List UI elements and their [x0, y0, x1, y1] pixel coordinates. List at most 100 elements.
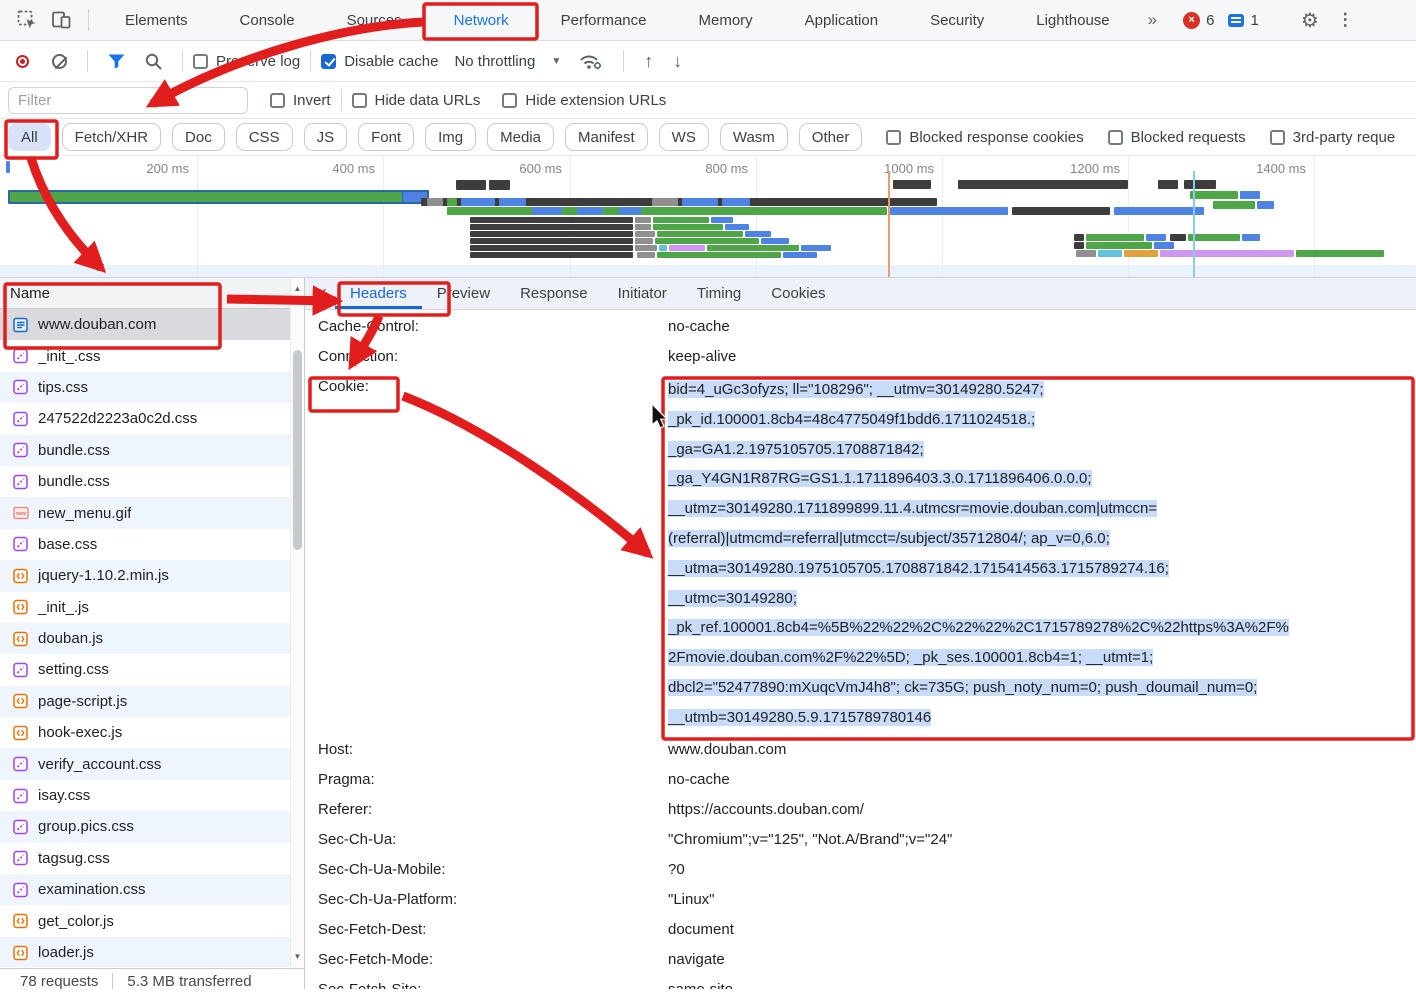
search-icon[interactable]	[145, 53, 162, 70]
network-conditions-icon[interactable]	[579, 52, 603, 71]
name-column-header[interactable]: Name	[0, 278, 304, 309]
waterfall-bar	[761, 238, 789, 244]
clear-network-log-icon[interactable]	[52, 54, 67, 69]
cookie-line-row: __utma=30149280.1975105705.1708871842.17…	[668, 554, 1416, 584]
header-name: Sec-Ch-Ua-Platform:	[318, 885, 668, 915]
filter-chip-wasm[interactable]: Wasm	[720, 123, 788, 151]
request-row[interactable]: tagsug.css	[0, 843, 304, 874]
kebab-menu-icon[interactable]: ⋮	[1337, 10, 1354, 30]
filter-chip-css[interactable]: CSS	[236, 123, 293, 151]
error-badge-icon[interactable]: ×	[1183, 12, 1200, 29]
tab-application[interactable]: Application	[779, 0, 904, 40]
header-row: Cookie:bid=4_uGc3ofyzs; ll="108296"; __u…	[305, 372, 1416, 735]
waterfall-bar	[711, 217, 733, 223]
filter-chip-all[interactable]: All	[8, 123, 51, 151]
request-row[interactable]: hook-exec.js	[0, 717, 304, 748]
filter-chip-manifest[interactable]: Manifest	[565, 123, 648, 151]
request-row[interactable]: newnew_menu.gif	[0, 497, 304, 528]
request-row[interactable]: base.css	[0, 529, 304, 560]
request-row[interactable]: examination.css	[0, 874, 304, 905]
request-row[interactable]: bundle.css	[0, 466, 304, 497]
tab-memory[interactable]: Memory	[673, 0, 779, 40]
cookie-line-selected-text: (referral)|utmcmd=referral|utmcct=/subje…	[668, 530, 1110, 547]
waterfall-bar	[725, 224, 749, 230]
tab-lighthouse[interactable]: Lighthouse	[1010, 0, 1135, 40]
detail-tab-headers[interactable]: Headers	[335, 278, 422, 309]
detail-tab-cookies[interactable]: Cookies	[756, 278, 840, 309]
request-row[interactable]: loader.js	[0, 937, 304, 967]
filter-chip-font[interactable]: Font	[358, 123, 414, 151]
detail-tab-preview[interactable]: Preview	[422, 278, 505, 309]
tab-network[interactable]: Network	[428, 0, 535, 40]
panel-tabs: ElementsConsoleSourcesNetworkPerformance…	[99, 0, 1136, 40]
filter-chip-img[interactable]: Img	[425, 123, 476, 151]
js-file-icon	[13, 913, 29, 929]
issues-icon[interactable]	[1228, 14, 1244, 27]
requests-panel: Name www.douban.com _init_.css tips.css247…	[0, 278, 305, 989]
request-row[interactable]: _init_.css	[0, 340, 304, 371]
disable-cache-checkbox[interactable]	[321, 54, 336, 69]
timeline-gridline	[1128, 156, 1129, 277]
request-row[interactable]: bundle.css	[0, 435, 304, 466]
request-row[interactable]: get_color.js	[0, 905, 304, 936]
request-row[interactable]: verify_account.css	[0, 748, 304, 779]
third-party-requests-checkbox[interactable]	[1270, 130, 1285, 145]
filter-chip-js[interactable]: JS	[304, 123, 348, 151]
tab-sources[interactable]: Sources	[321, 0, 428, 40]
close-details-icon[interactable]: ×	[309, 278, 335, 309]
error-count: 6	[1206, 12, 1214, 29]
blocked-requests-checkbox[interactable]	[1108, 130, 1123, 145]
preserve-log-checkbox[interactable]	[193, 54, 208, 69]
scroll-down-icon[interactable]: ▼	[291, 950, 304, 964]
detail-tab-timing[interactable]: Timing	[682, 278, 756, 309]
filter-chip-other[interactable]: Other	[799, 123, 863, 151]
waterfall-bar	[637, 252, 655, 258]
request-row[interactable]: www.douban.com	[0, 309, 304, 340]
request-row[interactable]: tips.css	[0, 372, 304, 403]
settings-gear-icon[interactable]: ⚙	[1301, 8, 1319, 33]
scrollbar-thumb[interactable]	[293, 350, 302, 550]
overview-bottom-strip	[0, 265, 1416, 278]
request-name: bundle.css	[38, 442, 110, 459]
tab-security[interactable]: Security	[904, 0, 1010, 40]
tab-performance[interactable]: Performance	[535, 0, 673, 40]
detail-tab-initiator[interactable]: Initiator	[603, 278, 682, 309]
detail-tab-response[interactable]: Response	[505, 278, 603, 309]
cookie-line-row: _ga=GA1.2.1975105705.1708871842;	[668, 435, 1416, 465]
network-overview-timeline[interactable]: 200 ms400 ms600 ms800 ms1000 ms1200 ms14…	[0, 156, 1416, 278]
filter-chip-ws[interactable]: WS	[659, 123, 709, 151]
scroll-up-icon[interactable]: ▲	[291, 282, 304, 296]
hide-extension-urls-checkbox[interactable]	[502, 93, 517, 108]
throttling-caret-icon[interactable]: ▼	[551, 56, 561, 67]
request-row[interactable]: group.pics.css	[0, 811, 304, 842]
request-row[interactable]: jquery-1.10.2.min.js	[0, 560, 304, 591]
requests-scrollbar[interactable]: ▲ ▼	[290, 278, 304, 968]
request-row[interactable]: douban.js	[0, 623, 304, 654]
request-row[interactable]: isay.css	[0, 780, 304, 811]
record-network-log-icon[interactable]	[16, 55, 29, 68]
waterfall-bar	[745, 231, 771, 237]
tab-elements[interactable]: Elements	[99, 0, 214, 40]
import-har-icon[interactable]: ↑	[644, 51, 653, 72]
filter-input[interactable]	[8, 87, 248, 114]
request-row[interactable]: 247522d2223a0c2d.css	[0, 403, 304, 434]
hide-data-urls-checkbox[interactable]	[352, 93, 367, 108]
request-name: _init_.css	[38, 348, 101, 365]
invert-checkbox[interactable]	[270, 93, 285, 108]
filter-funnel-icon[interactable]	[108, 54, 125, 69]
tab-console[interactable]: Console	[214, 0, 321, 40]
inspect-element-icon[interactable]	[10, 0, 44, 41]
filter-chip-fetch-xhr[interactable]: Fetch/XHR	[62, 123, 161, 151]
export-har-icon[interactable]: ↓	[673, 51, 682, 72]
request-row[interactable]: page-script.js	[0, 686, 304, 717]
request-row[interactable]: setting.css	[0, 654, 304, 685]
filter-chip-doc[interactable]: Doc	[172, 123, 225, 151]
header-name: Sec-Fetch-Dest:	[318, 915, 668, 945]
device-toolbar-icon[interactable]	[44, 0, 78, 41]
more-tabs-icon[interactable]: »	[1136, 10, 1169, 30]
cookie-header-value[interactable]: bid=4_uGc3ofyzs; ll="108296"; __utmv=301…	[668, 372, 1416, 735]
throttling-select[interactable]: No throttling	[454, 53, 535, 70]
request-row[interactable]: _init_.js	[0, 592, 304, 623]
filter-chip-media[interactable]: Media	[487, 123, 554, 151]
blocked-response-cookies-checkbox[interactable]	[886, 130, 901, 145]
